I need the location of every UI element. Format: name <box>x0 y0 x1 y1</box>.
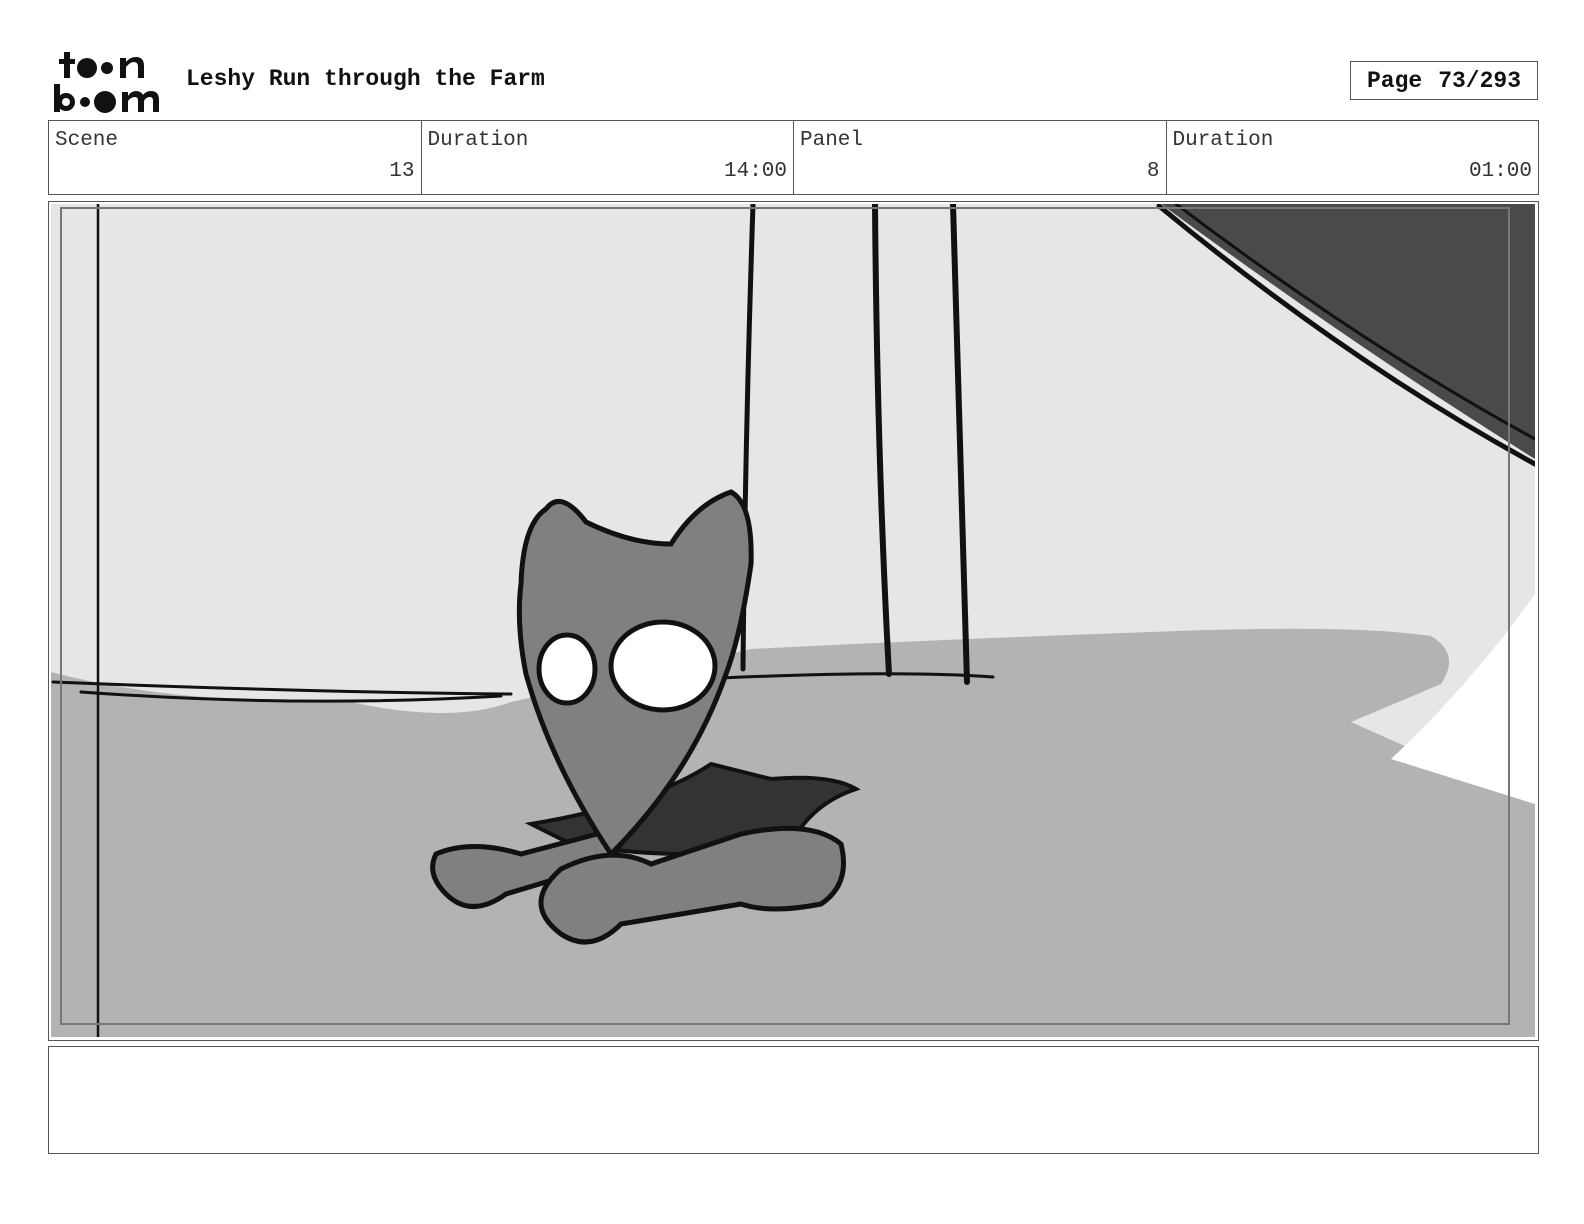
panel-duration-label: Duration <box>1172 129 1274 152</box>
scene-duration-cell: Duration 14:00 <box>422 121 794 194</box>
scene-value: 13 <box>389 160 415 183</box>
page-number: 73/293 <box>1438 67 1522 94</box>
panel-notes-box <box>48 1046 1539 1154</box>
page-label: Page <box>1366 67 1423 94</box>
panel-value: 8 <box>1146 160 1160 183</box>
panel-cell: Panel 8 <box>794 121 1167 194</box>
panel-duration-cell: Duration 01:00 <box>1167 121 1539 194</box>
scene-cell: Scene 13 <box>49 121 422 194</box>
character-eye-left <box>536 632 598 706</box>
character-eye-right <box>608 619 718 713</box>
storyboard-panel <box>48 201 1539 1041</box>
panel-drawing <box>51 204 1535 1037</box>
panel-duration-value: 01:00 <box>1468 160 1532 183</box>
panel-label: Panel <box>800 129 864 152</box>
scene-duration-label: Duration <box>427 129 529 152</box>
scene-label: Scene <box>55 129 119 152</box>
page-indicator: Page 73/293 <box>1350 61 1538 100</box>
scene-duration-value: 14:00 <box>723 160 787 183</box>
toon-boom-logo-icon <box>54 52 159 113</box>
storyboard-title: Leshy Run through the Farm <box>186 66 545 92</box>
panel-info-row: Scene 13 Duration 14:00 Panel 8 Duration… <box>48 120 1539 195</box>
